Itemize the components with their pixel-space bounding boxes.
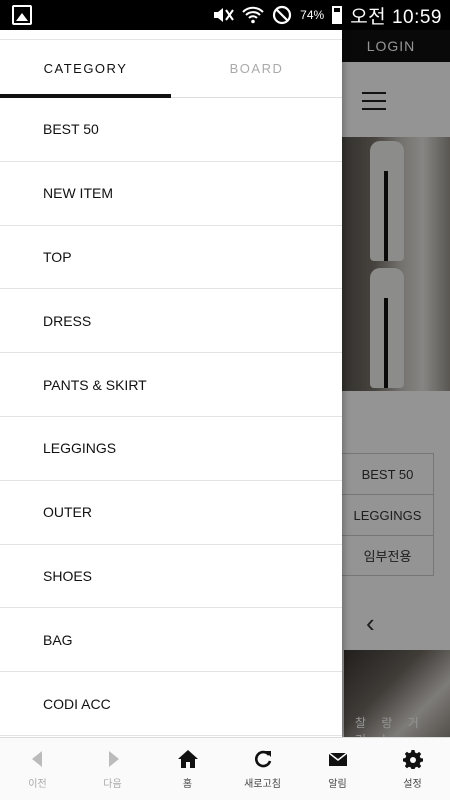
nav-label: 홈 xyxy=(182,778,193,790)
menu-item-top[interactable]: TOP xyxy=(0,226,342,290)
tab-board[interactable]: BOARD xyxy=(171,40,342,97)
battery-icon xyxy=(332,6,343,24)
forward-arrow-icon xyxy=(108,750,119,767)
gallery-notification-icon xyxy=(12,5,32,25)
category-cell[interactable]: LEGGINGS xyxy=(342,494,434,535)
status-bar: 74% 오전 10:59 xyxy=(0,0,450,30)
settings-button[interactable]: 설정 xyxy=(375,738,450,800)
nav-label: 새로고침 xyxy=(244,778,281,790)
menu-item-codi-acc[interactable]: CODI ACC xyxy=(0,672,342,736)
refresh-icon xyxy=(254,750,271,767)
back-arrow-icon xyxy=(31,750,42,767)
battery-percent: 74% xyxy=(300,8,325,22)
menu-item-bag[interactable]: BAG xyxy=(0,608,342,673)
home-icon xyxy=(177,749,198,768)
product-photo[interactable] xyxy=(342,264,450,391)
gear-icon xyxy=(402,749,423,769)
category-cell[interactable]: BEST 50 xyxy=(342,453,434,494)
refresh-button[interactable]: 새로고침 xyxy=(225,738,300,800)
menu-item-best-50[interactable]: BEST 50 xyxy=(0,98,342,162)
home-button[interactable]: 홈 xyxy=(150,738,225,800)
drawer-tabs: CATEGORY BOARD xyxy=(0,40,342,98)
chevron-left-icon[interactable]: ‹ xyxy=(366,608,375,639)
notification-button[interactable]: 알림 xyxy=(300,738,375,800)
nav-label: 이전 xyxy=(28,778,47,790)
navigation-drawer: CATEGORY BOARD BEST 50 NEW ITEM TOP DRES… xyxy=(0,30,342,737)
menu-item-leggings[interactable]: LEGGINGS xyxy=(0,417,342,481)
category-grid: BEST 50 LEGGINGS 임부전용 xyxy=(342,453,450,576)
category-cell[interactable]: 임부전용 xyxy=(342,535,434,576)
login-link[interactable]: LOGIN xyxy=(342,30,450,62)
hamburger-menu-icon[interactable] xyxy=(362,92,386,112)
product-photo[interactable] xyxy=(342,137,450,264)
forward-button[interactable]: 다음 xyxy=(75,738,150,800)
menu-item-shoes[interactable]: SHOES xyxy=(0,545,342,609)
menu-item-pants-skirt[interactable]: PANTS & SKIRT xyxy=(0,353,342,417)
nav-label: 알림 xyxy=(328,778,347,790)
menu-item-outer[interactable]: OUTER xyxy=(0,481,342,545)
mail-icon xyxy=(328,751,347,766)
nav-label: 다음 xyxy=(103,778,122,790)
menu-item-dress[interactable]: DRESS xyxy=(0,289,342,354)
nav-label: 설정 xyxy=(403,778,422,790)
mute-icon xyxy=(212,6,234,24)
blocked-icon xyxy=(272,5,292,25)
tab-category[interactable]: CATEGORY xyxy=(0,40,171,98)
category-menu: BEST 50 NEW ITEM TOP DRESS PANTS & SKIRT… xyxy=(0,98,342,736)
menu-item-new-item[interactable]: NEW ITEM xyxy=(0,162,342,226)
back-button[interactable]: 이전 xyxy=(0,738,75,800)
bottom-nav: 이전 다음 홈 새로고침 알림 설정 xyxy=(0,737,450,800)
wifi-icon xyxy=(242,6,264,24)
clock: 오전 10:59 xyxy=(350,6,442,28)
